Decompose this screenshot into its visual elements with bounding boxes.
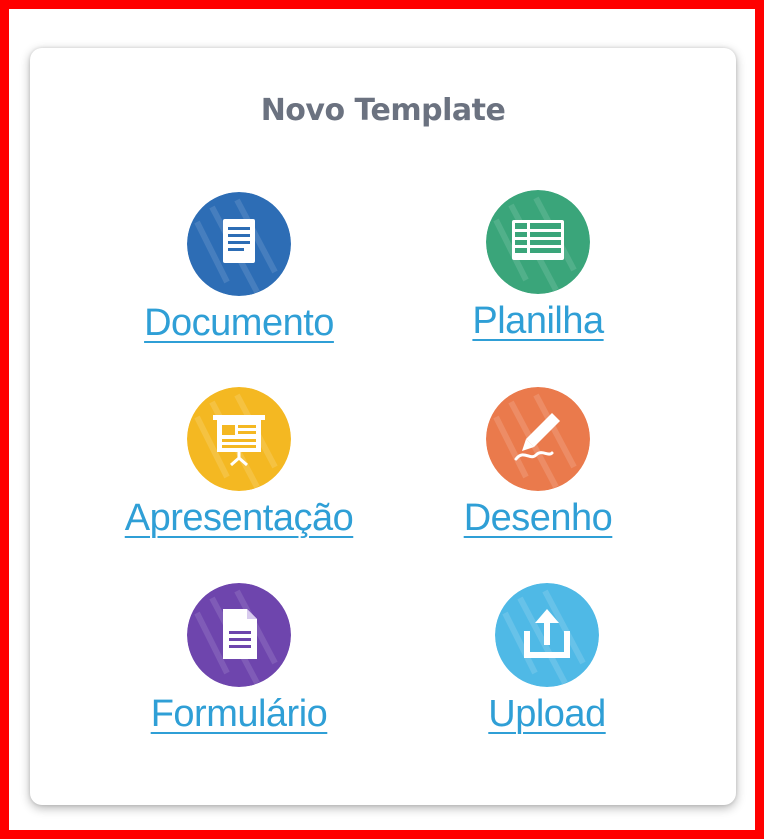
drawing-icon[interactable] — [486, 387, 590, 491]
template-desenho[interactable]: Desenho — [388, 387, 688, 567]
template-formulario[interactable]: Formulário — [89, 583, 389, 763]
template-label[interactable]: Upload — [397, 693, 697, 736]
template-label[interactable]: Planilha — [388, 300, 688, 343]
presentation-icon[interactable] — [187, 387, 291, 491]
document-icon[interactable] — [187, 192, 291, 296]
template-documento[interactable]: Documento — [89, 192, 389, 372]
template-planilha[interactable]: Planilha — [388, 190, 688, 370]
upload-icon[interactable] — [495, 583, 599, 687]
panel-title: Novo Template — [260, 93, 506, 128]
template-label[interactable]: Desenho — [388, 497, 688, 540]
template-label[interactable]: Apresentação — [89, 497, 389, 540]
template-label[interactable]: Documento — [89, 302, 389, 345]
spreadsheet-icon[interactable] — [486, 190, 590, 294]
template-label[interactable]: Formulário — [89, 693, 389, 736]
template-upload[interactable]: Upload — [397, 583, 697, 763]
template-apresentacao[interactable]: Apresentação — [89, 387, 389, 567]
form-icon[interactable] — [187, 583, 291, 687]
